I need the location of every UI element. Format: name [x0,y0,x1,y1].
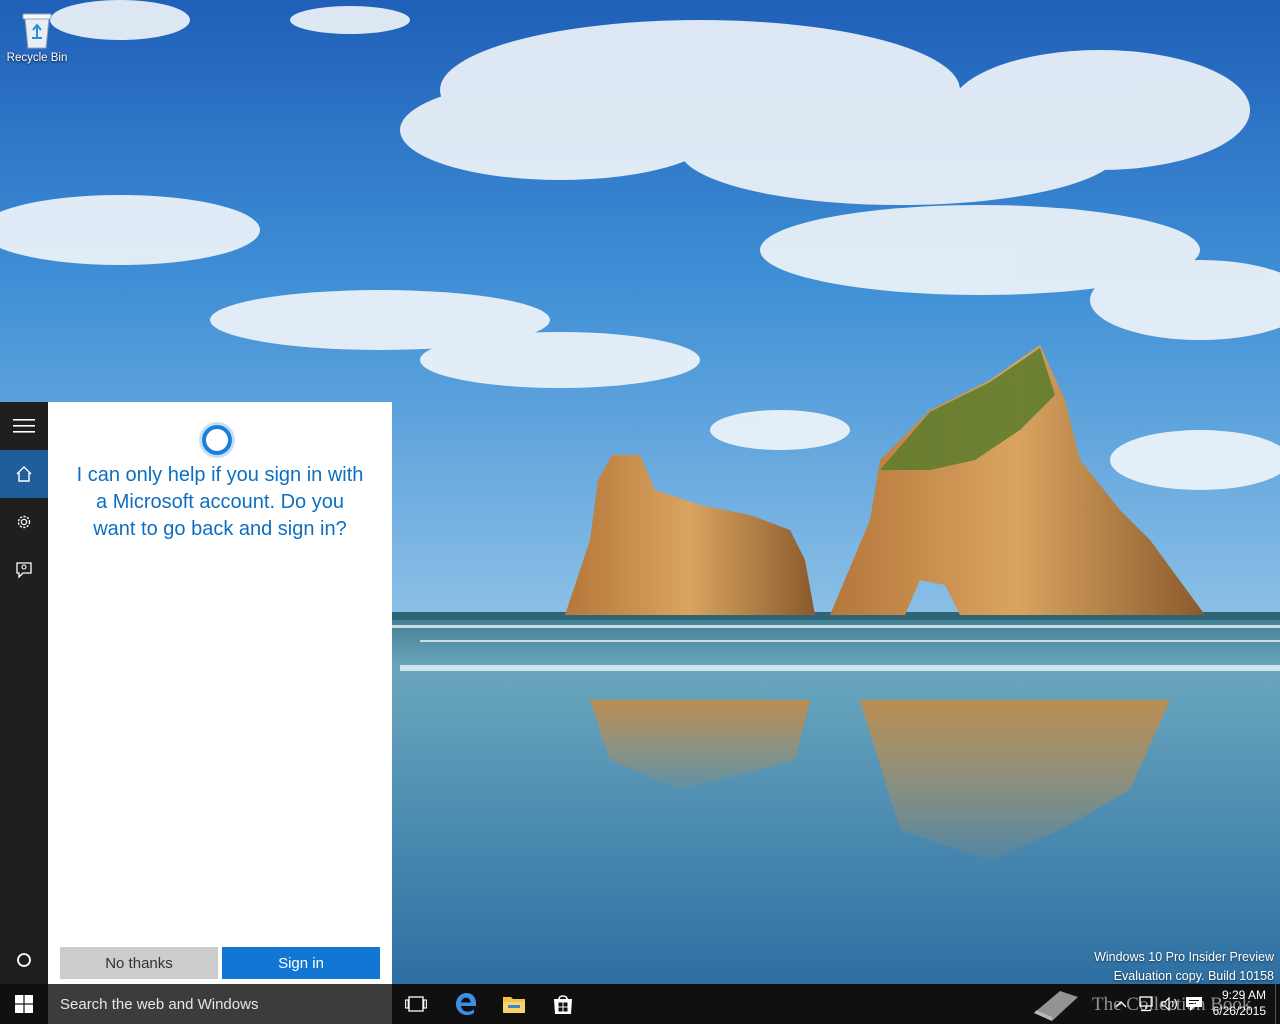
cortana-circle-icon [17,953,31,967]
edge-taskbar-button[interactable] [442,984,490,1024]
cortana-logo-icon [202,425,232,455]
collection-watermark-text: The Collection Book [1092,994,1252,1015]
file-explorer-icon [503,997,525,1013]
task-view-button[interactable] [392,984,440,1024]
store-button[interactable] [539,984,587,1024]
taskbar-search-box[interactable]: Search the web and Windows [48,984,392,1024]
hamburger-menu-button[interactable] [0,402,48,450]
recycle-bin-icon [22,13,52,49]
message-line: I can only help if you sign in with [76,464,364,486]
cortana-message: I can only help if you sign in with a Mi… [64,462,376,543]
file-explorer-button[interactable] [490,984,538,1024]
rail-feedback-button[interactable] [0,546,48,594]
store-icon [554,995,572,1014]
collection-book-watermark: The Collection Book [1030,986,1251,1024]
rail-settings-button[interactable] [0,498,48,546]
watermark-line: Windows 10 Pro Insider Preview [1094,950,1274,964]
windows-logo-icon [15,995,33,1013]
gear-icon [17,515,31,529]
message-line: a Microsoft account. Do you [96,491,344,513]
rail-home-button[interactable] [0,450,48,498]
evaluation-watermark: Windows 10 Pro Insider Preview Evaluatio… [1094,948,1274,986]
edge-browser-icon [456,993,476,1015]
desktop-icon-label: Recycle Bin [6,52,68,64]
sign-in-button[interactable]: Sign in [222,947,380,979]
book-icon [1034,991,1078,1021]
rail-cortana-button[interactable] [0,936,48,984]
desktop-icon-recycle-bin[interactable]: Recycle Bin [4,6,70,78]
no-thanks-button[interactable]: No thanks [60,947,218,979]
hamburger-menu-icon [13,419,35,433]
start-button[interactable] [0,984,48,1024]
cortana-panel: I can only help if you sign in with a Mi… [48,402,392,984]
message-line: want to go back and sign in? [93,518,347,540]
cortana-rail [0,402,48,984]
feedback-icon [16,562,32,579]
show-desktop-button[interactable] [1275,984,1280,1024]
task-view-icon [405,996,427,1012]
search-placeholder: Search the web and Windows [60,995,259,1013]
home-icon [16,466,32,482]
